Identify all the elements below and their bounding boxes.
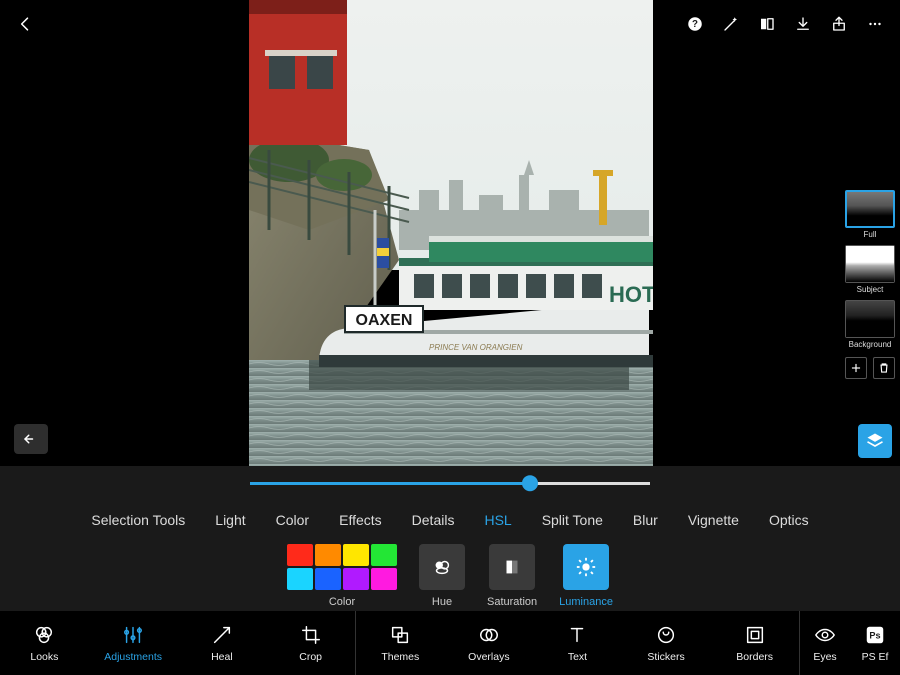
tool-eyes[interactable]: Eyes xyxy=(800,611,850,675)
borders-icon xyxy=(744,624,766,646)
tab-light[interactable]: Light xyxy=(215,512,245,528)
control-label: Luminance xyxy=(559,596,613,608)
svg-text:Ps: Ps xyxy=(869,630,880,640)
color-swatch-2[interactable] xyxy=(343,544,369,566)
share-icon[interactable] xyxy=(824,9,854,39)
mask-subject[interactable]: Subject xyxy=(845,245,895,294)
tool-psef[interactable]: Ps PS Ef xyxy=(850,611,900,675)
auto-enhance-icon[interactable] xyxy=(716,9,746,39)
tool-label: Borders xyxy=(736,651,773,663)
svg-text:PRINCE VAN ORANGIEN: PRINCE VAN ORANGIEN xyxy=(429,343,523,352)
color-swatch-3[interactable] xyxy=(371,544,397,566)
delete-mask-button[interactable] xyxy=(873,357,895,379)
undo-button[interactable] xyxy=(14,424,48,454)
heal-icon xyxy=(211,624,233,646)
tool-label: Adjustments xyxy=(104,651,162,663)
overlays-icon xyxy=(478,624,500,646)
text-icon xyxy=(566,624,588,646)
mask-label: Subject xyxy=(857,285,884,294)
tool-label: Crop xyxy=(299,651,322,663)
tool-label: PS Ef xyxy=(862,651,889,663)
tool-label: Overlays xyxy=(468,651,509,663)
color-swatch-1[interactable] xyxy=(315,544,341,566)
tool-label: Stickers xyxy=(647,651,684,663)
tool-stickers[interactable]: Stickers xyxy=(622,611,711,675)
add-mask-button[interactable] xyxy=(845,357,867,379)
adjustments-icon xyxy=(122,624,144,646)
back-button[interactable] xyxy=(10,9,40,39)
tab-details[interactable]: Details xyxy=(412,512,455,528)
svg-text:?: ? xyxy=(692,19,698,30)
color-swatch-4[interactable] xyxy=(287,568,313,590)
tool-label: Text xyxy=(568,651,587,663)
themes-icon xyxy=(389,624,411,646)
compare-icon[interactable] xyxy=(752,9,782,39)
adjustment-tabs: Selection Tools Light Color Effects Details H… xyxy=(91,512,808,528)
hsl-controls-row: Color Hue Saturation Luminance xyxy=(287,544,613,608)
tool-crop[interactable]: Crop xyxy=(266,611,355,675)
looks-icon xyxy=(33,624,55,646)
masks-panel: Full Subject Background xyxy=(842,190,898,379)
tool-label: Themes xyxy=(381,651,419,663)
saturation-control[interactable]: Saturation xyxy=(487,544,537,608)
tool-looks[interactable]: Looks xyxy=(0,611,89,675)
tab-color[interactable]: Color xyxy=(276,512,309,528)
hsl-slider[interactable] xyxy=(250,472,650,496)
top-bar: ? xyxy=(0,0,900,48)
tab-optics[interactable]: Optics xyxy=(769,512,809,528)
mask-label: Full xyxy=(864,230,877,239)
tool-themes[interactable]: Themes xyxy=(356,611,445,675)
swatch-group-label: Color xyxy=(329,596,355,608)
bottom-toolbar: Looks Adjustments Heal Crop Themes Overlays T… xyxy=(0,611,900,675)
color-swatch-6[interactable] xyxy=(343,568,369,590)
crop-icon xyxy=(300,624,322,646)
tool-label: Looks xyxy=(30,651,58,663)
tab-split-tone[interactable]: Split Tone xyxy=(542,512,603,528)
tool-borders[interactable]: Borders xyxy=(710,611,799,675)
tool-adjustments[interactable]: Adjustments xyxy=(89,611,178,675)
tab-vignette[interactable]: Vignette xyxy=(688,512,739,528)
tab-blur[interactable]: Blur xyxy=(633,512,658,528)
color-swatches: Color xyxy=(287,544,397,608)
tool-heal[interactable]: Heal xyxy=(178,611,267,675)
svg-text:OAXEN: OAXEN xyxy=(356,312,413,329)
adjustments-panel: Selection Tools Light Color Effects Details H… xyxy=(0,466,900,611)
photo-canvas[interactable]: OAXEN PRINCE VAN ORANGIEN HOTE xyxy=(249,0,653,466)
color-swatch-5[interactable] xyxy=(315,568,341,590)
tool-label: Heal xyxy=(211,651,233,663)
tab-selection-tools[interactable]: Selection Tools xyxy=(91,512,185,528)
luminance-control[interactable]: Luminance xyxy=(559,544,613,608)
psef-icon: Ps xyxy=(864,624,886,646)
tab-effects[interactable]: Effects xyxy=(339,512,382,528)
tool-text[interactable]: Text xyxy=(533,611,622,675)
tool-overlays[interactable]: Overlays xyxy=(445,611,534,675)
tab-hsl[interactable]: HSL xyxy=(484,512,511,528)
eyes-icon xyxy=(814,624,836,646)
color-swatch-0[interactable] xyxy=(287,544,313,566)
layers-button[interactable] xyxy=(858,424,892,458)
color-swatch-7[interactable] xyxy=(371,568,397,590)
mask-label: Background xyxy=(849,340,892,349)
control-label: Saturation xyxy=(487,596,537,608)
tool-label: Eyes xyxy=(813,651,836,663)
svg-text:HOTE: HOTE xyxy=(609,282,653,307)
mask-full[interactable]: Full xyxy=(845,190,895,239)
stickers-icon xyxy=(655,624,677,646)
more-icon[interactable] xyxy=(860,9,890,39)
help-icon[interactable]: ? xyxy=(680,9,710,39)
download-icon[interactable] xyxy=(788,9,818,39)
mask-background[interactable]: Background xyxy=(845,300,895,349)
control-label: Hue xyxy=(432,596,452,608)
hue-control[interactable]: Hue xyxy=(419,544,465,608)
